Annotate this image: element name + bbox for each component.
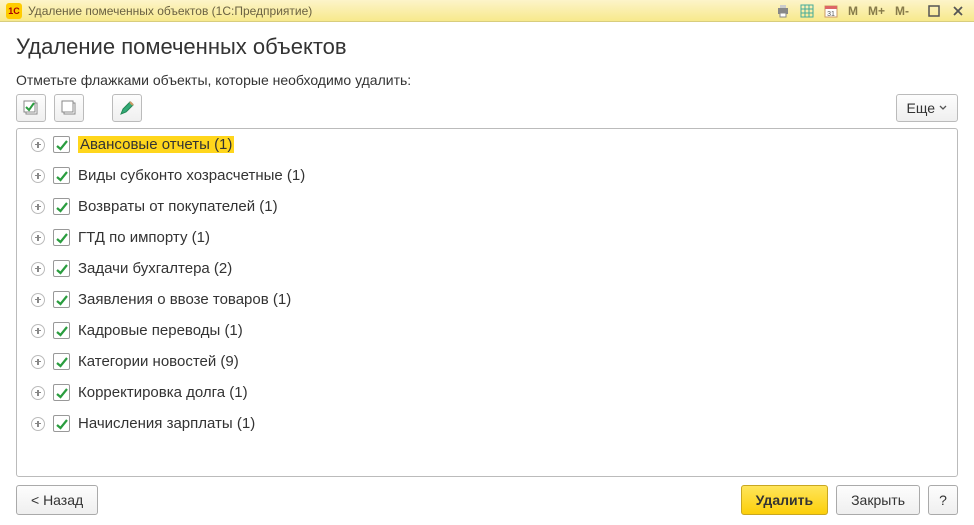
- tree-row[interactable]: Кадровые переводы (1): [17, 315, 957, 346]
- memory-mminus-button[interactable]: M-: [892, 2, 912, 20]
- toolbar: Еще: [16, 94, 958, 122]
- calendar-icon[interactable]: 31: [821, 2, 841, 20]
- memory-m-button[interactable]: M: [845, 2, 861, 20]
- tree-item-label: Заявления о ввозе товаров (1): [78, 291, 291, 308]
- checkbox[interactable]: [53, 198, 70, 215]
- expand-icon[interactable]: [31, 293, 45, 307]
- tree-row[interactable]: Виды субконто хозрасчетные (1): [17, 160, 957, 191]
- titlebar-tools: 31 M M+ M-: [773, 2, 968, 20]
- checkbox[interactable]: [53, 415, 70, 432]
- tree-row[interactable]: Задачи бухгалтера (2): [17, 253, 957, 284]
- expand-icon[interactable]: [31, 262, 45, 276]
- tree-row[interactable]: Корректировка долга (1): [17, 377, 957, 408]
- checkbox[interactable]: [53, 353, 70, 370]
- window-close-button[interactable]: [948, 2, 968, 20]
- delete-button[interactable]: Удалить: [741, 485, 828, 515]
- instruction-text: Отметьте флажками объекты, которые необх…: [16, 72, 958, 88]
- tree-item-label: ГТД по импорту (1): [78, 229, 210, 246]
- expand-icon[interactable]: [31, 231, 45, 245]
- content-area: Удаление помеченных объектов Отметьте фл…: [0, 22, 974, 525]
- svg-text:31: 31: [827, 11, 835, 18]
- maximize-button[interactable]: [924, 2, 944, 20]
- window-titlebar: 1C Удаление помеченных объектов (1С:Пред…: [0, 0, 974, 22]
- tree-item-label: Категории новостей (9): [78, 353, 239, 370]
- close-button[interactable]: Закрыть: [836, 485, 920, 515]
- checkbox[interactable]: [53, 322, 70, 339]
- back-button[interactable]: < Назад: [16, 485, 98, 515]
- checkbox[interactable]: [53, 229, 70, 246]
- tree-item-label: Виды субконто хозрасчетные (1): [78, 167, 305, 184]
- checkbox[interactable]: [53, 384, 70, 401]
- tree-item-label: Корректировка долга (1): [78, 384, 248, 401]
- grid-icon[interactable]: [797, 2, 817, 20]
- checkbox[interactable]: [53, 291, 70, 308]
- expand-icon[interactable]: [31, 200, 45, 214]
- tree-item-label: Авансовые отчеты (1): [78, 136, 234, 153]
- tree-row[interactable]: Категории новостей (9): [17, 346, 957, 377]
- help-button[interactable]: ?: [928, 485, 958, 515]
- tree-item-label: Задачи бухгалтера (2): [78, 260, 232, 277]
- tree-row[interactable]: ГТД по импорту (1): [17, 222, 957, 253]
- tree-row[interactable]: Авансовые отчеты (1): [17, 129, 957, 160]
- tree-row[interactable]: Возвраты от покупателей (1): [17, 191, 957, 222]
- expand-icon[interactable]: [31, 417, 45, 431]
- checkbox[interactable]: [53, 136, 70, 153]
- check-all-button[interactable]: [16, 94, 46, 122]
- more-button-label: Еще: [907, 100, 936, 116]
- expand-icon[interactable]: [31, 138, 45, 152]
- tree-row[interactable]: Заявления о ввозе товаров (1): [17, 284, 957, 315]
- expand-icon[interactable]: [31, 169, 45, 183]
- uncheck-all-button[interactable]: [54, 94, 84, 122]
- objects-tree[interactable]: Авансовые отчеты (1) Виды субконто хозрас…: [16, 128, 958, 477]
- footer: < Назад Удалить Закрыть ?: [16, 485, 958, 515]
- print-icon[interactable]: [773, 2, 793, 20]
- expand-icon[interactable]: [31, 386, 45, 400]
- tree-row[interactable]: Начисления зарплаты (1): [17, 408, 957, 439]
- memory-mplus-button[interactable]: M+: [865, 2, 888, 20]
- tree-item-label: Возвраты от покупателей (1): [78, 198, 278, 215]
- checkbox[interactable]: [53, 260, 70, 277]
- window-title: Удаление помеченных объектов (1С:Предпри…: [28, 4, 767, 18]
- tree-item-label: Начисления зарплаты (1): [78, 415, 255, 432]
- checkbox[interactable]: [53, 167, 70, 184]
- more-button[interactable]: Еще: [896, 94, 959, 122]
- edit-button[interactable]: [112, 94, 142, 122]
- tree-item-label: Кадровые переводы (1): [78, 322, 243, 339]
- chevron-down-icon: [939, 105, 947, 111]
- logo-1c: 1C: [6, 3, 22, 19]
- expand-icon[interactable]: [31, 355, 45, 369]
- page-title: Удаление помеченных объектов: [16, 34, 958, 60]
- expand-icon[interactable]: [31, 324, 45, 338]
